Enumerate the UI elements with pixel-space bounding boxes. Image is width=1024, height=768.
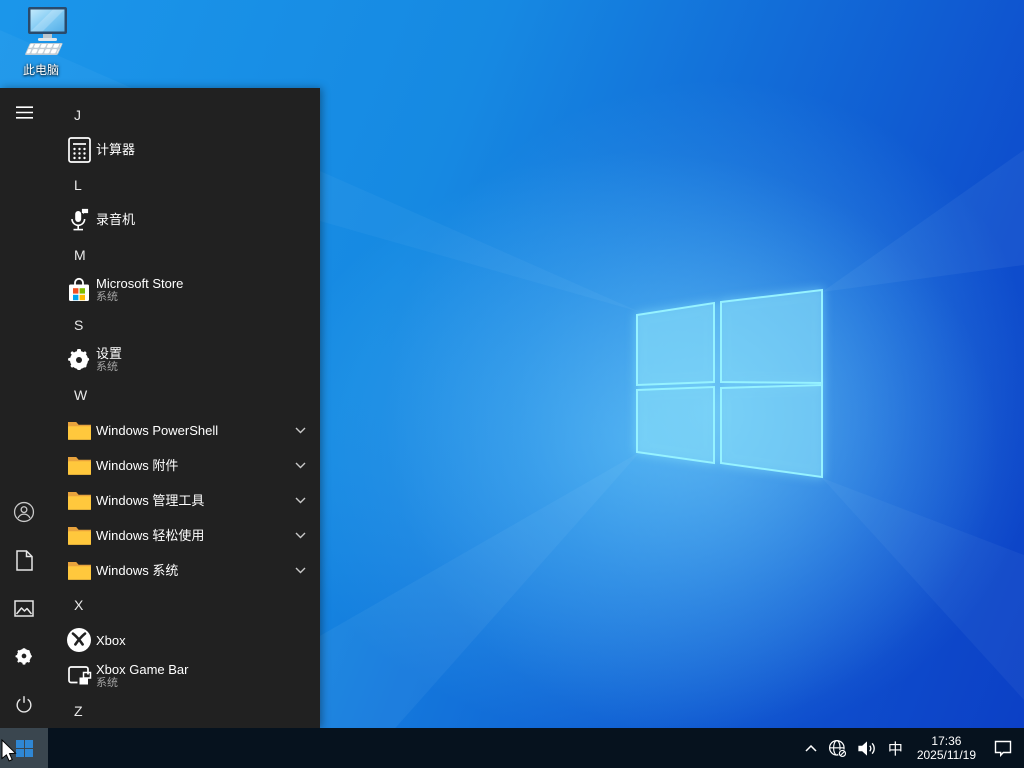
app-item-calculator[interactable]: 计算器 xyxy=(48,132,320,167)
app-label: Xbox Game Bar xyxy=(96,661,189,677)
action-center-icon xyxy=(994,740,1012,757)
app-folder-windows-system[interactable]: Windows 系统 xyxy=(48,553,320,588)
globe-no-internet-icon xyxy=(828,739,847,758)
app-item-microsoft-store[interactable]: Microsoft Store 系统 xyxy=(48,272,320,307)
windows-logo-icon xyxy=(15,739,33,757)
folder-icon xyxy=(66,556,92,584)
desktop-icon-this-pc[interactable]: 此电脑 xyxy=(8,6,74,78)
app-folder-windows-ease-of-access[interactable]: Windows 轻松使用 xyxy=(48,518,320,553)
hamburger-icon xyxy=(15,105,33,119)
desktop-icon-label: 此电脑 xyxy=(22,63,59,77)
store-icon xyxy=(66,276,92,304)
section-header-L[interactable]: L xyxy=(48,167,320,202)
app-item-xbox-game-bar[interactable]: Xbox Game Bar 系统 xyxy=(48,658,320,693)
app-item-settings[interactable]: 设置 系统 xyxy=(48,342,320,377)
app-sublabel: 系统 xyxy=(96,360,118,373)
app-folder-windows-accessories[interactable]: Windows 附件 xyxy=(48,448,320,483)
clock-date: 2025/11/19 xyxy=(916,748,976,762)
volume-button[interactable] xyxy=(852,728,882,768)
action-center-button[interactable] xyxy=(984,728,1024,768)
app-label: 设置 xyxy=(96,345,123,361)
app-label: Windows PowerShell xyxy=(96,422,219,438)
document-icon xyxy=(15,549,33,571)
this-pc-icon xyxy=(25,7,67,55)
xbox-icon xyxy=(66,626,92,654)
clock-time: 17:36 xyxy=(931,734,962,748)
chevron-down-icon[interactable] xyxy=(295,462,306,469)
hamburger-menu-button[interactable] xyxy=(0,88,48,136)
section-header-Z[interactable]: Z xyxy=(48,693,320,728)
chevron-up-icon xyxy=(805,744,817,752)
network-status-button[interactable] xyxy=(823,728,852,768)
taskbar-clock[interactable]: 17:36 2025/11/19 xyxy=(909,728,984,768)
system-tray: 中 17:36 2025/11/19 xyxy=(799,728,1024,768)
show-hidden-icons-button[interactable] xyxy=(799,728,823,768)
section-header-S[interactable]: S xyxy=(48,307,320,342)
settings-button[interactable] xyxy=(0,632,48,680)
app-folder-windows-admin-tools[interactable]: Windows 管理工具 xyxy=(48,483,320,518)
calculator-icon xyxy=(66,136,92,164)
app-label: 录音机 xyxy=(96,212,136,228)
chevron-down-icon[interactable] xyxy=(295,532,306,539)
app-label: Xbox xyxy=(96,632,126,648)
section-header-M[interactable]: M xyxy=(48,237,320,272)
app-sublabel: 系统 xyxy=(96,676,118,689)
app-label: 计算器 xyxy=(96,142,136,158)
settings-gear-icon xyxy=(66,346,92,374)
chevron-down-icon[interactable] xyxy=(295,427,306,434)
app-label: Microsoft Store xyxy=(96,275,184,291)
app-item-xbox[interactable]: Xbox xyxy=(48,623,320,658)
app-item-voice-recorder[interactable]: 录音机 xyxy=(48,202,320,237)
app-label: Windows 轻松使用 xyxy=(96,527,205,543)
pictures-icon xyxy=(14,599,34,617)
app-label: Windows 系统 xyxy=(96,562,179,578)
documents-button[interactable] xyxy=(0,536,48,584)
user-icon xyxy=(13,501,35,523)
section-header-X[interactable]: X xyxy=(48,588,320,623)
ime-indicator[interactable]: 中 xyxy=(882,728,909,768)
gamebar-icon xyxy=(66,662,92,690)
power-button[interactable] xyxy=(0,680,48,728)
app-sublabel: 系统 xyxy=(96,290,118,303)
app-label: Windows 附件 xyxy=(96,457,179,473)
app-label: Windows 管理工具 xyxy=(96,492,205,508)
folder-icon xyxy=(66,451,92,479)
folder-icon xyxy=(66,416,92,444)
folder-icon xyxy=(66,486,92,514)
speaker-icon xyxy=(858,740,875,756)
pictures-button[interactable] xyxy=(0,584,48,632)
taskbar: 中 17:36 2025/11/19 xyxy=(0,728,1024,768)
section-header-J[interactable]: J xyxy=(48,97,320,132)
chevron-down-icon[interactable] xyxy=(295,497,306,504)
taskbar-empty-area xyxy=(48,728,799,768)
gear-icon xyxy=(15,647,34,666)
voice-recorder-icon xyxy=(66,206,92,234)
start-app-list: J 计算器 L 录音机 M Microsoft Store 系统 S 设置 系统… xyxy=(48,88,320,728)
start-menu-rail xyxy=(0,88,48,728)
app-folder-windows-powershell[interactable]: Windows PowerShell xyxy=(48,413,320,448)
user-account-button[interactable] xyxy=(0,488,48,536)
start-menu: J 计算器 L 录音机 M Microsoft Store 系统 S 设置 系统… xyxy=(0,88,320,728)
mouse-cursor xyxy=(1,739,17,762)
chevron-down-icon[interactable] xyxy=(295,567,306,574)
power-icon xyxy=(16,695,32,713)
section-header-W[interactable]: W xyxy=(48,378,320,413)
folder-icon xyxy=(66,521,92,549)
